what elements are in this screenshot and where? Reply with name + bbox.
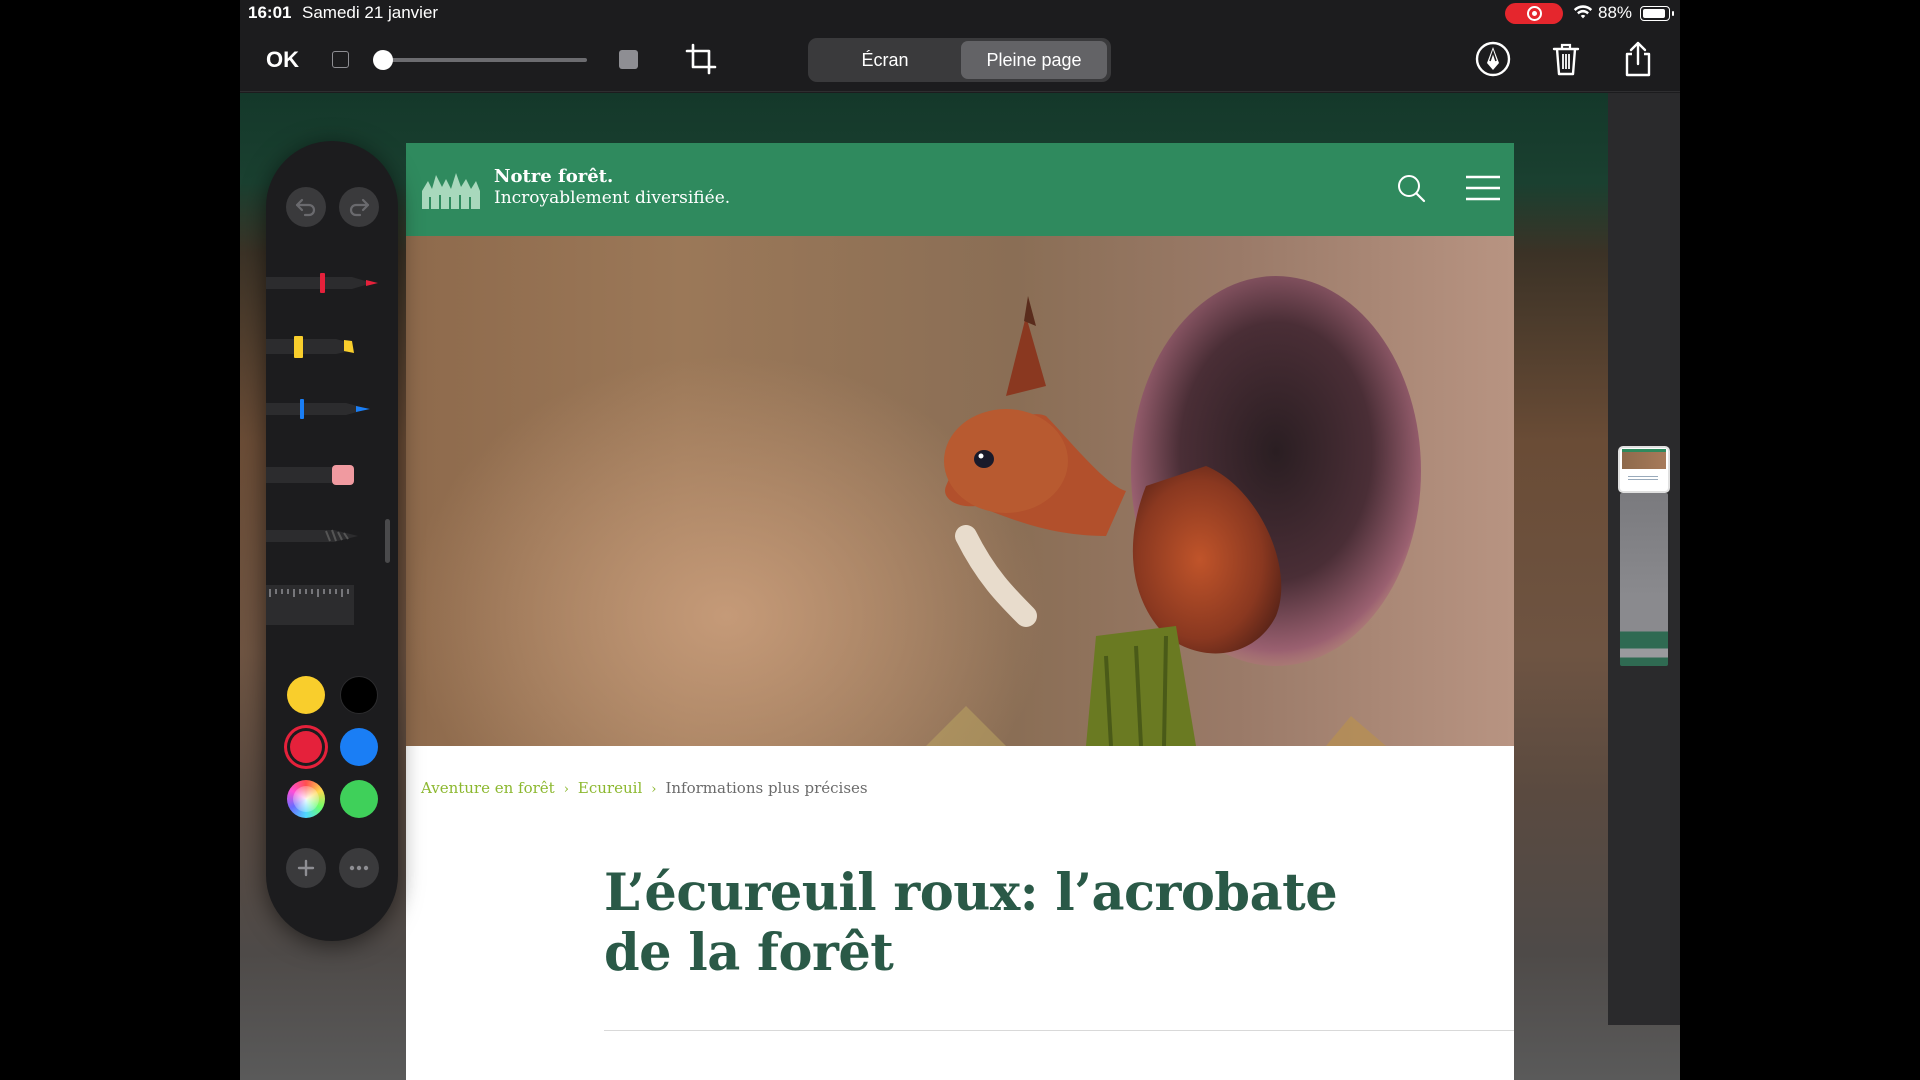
breadcrumb: Aventure en forêt › Ecureuil › Informations … — [421, 779, 868, 797]
record-icon — [1527, 6, 1542, 21]
add-button[interactable] — [286, 848, 326, 888]
pencil-tool[interactable] — [266, 394, 382, 424]
color-picker-wheel[interactable] — [287, 780, 325, 818]
opacity-slider[interactable] — [373, 41, 591, 79]
ellipsis-icon — [349, 865, 369, 871]
segment-full-page[interactable]: Pleine page — [961, 41, 1107, 79]
color-swatch-blue[interactable] — [340, 728, 378, 766]
article-title: L’écureuil roux: l’acrobate de la forêt — [604, 863, 1424, 983]
color-swatch-black[interactable] — [340, 676, 378, 714]
markup-tool-palette — [266, 141, 398, 941]
palette-scroll-handle[interactable] — [385, 519, 390, 563]
markup-icon[interactable] — [1474, 40, 1512, 78]
status-bar: 16:01 Samedi 21 janvier 88% — [240, 0, 1680, 26]
article-title-line-1: L’écureuil roux: l’acrobate — [604, 863, 1338, 923]
status-date: Samedi 21 janvier — [302, 3, 439, 22]
slider-thumb[interactable] — [373, 50, 393, 70]
wifi-icon — [1573, 5, 1593, 19]
thumbnail-visible-region[interactable] — [1620, 448, 1668, 491]
screen-recording-indicator[interactable] — [1505, 3, 1563, 24]
breadcrumb-current: Informations plus précises — [665, 779, 868, 797]
site-title: Notre forêt. — [494, 166, 614, 187]
plus-icon — [297, 859, 315, 877]
share-icon[interactable] — [1619, 40, 1657, 78]
battery-percent: 88% — [1598, 3, 1633, 22]
opacity-max-icon — [619, 50, 638, 69]
redo-button[interactable] — [339, 187, 379, 227]
crop-icon[interactable] — [684, 42, 718, 76]
breadcrumb-separator: › — [651, 782, 657, 797]
ruler-tool[interactable] — [266, 585, 354, 625]
eraser-tool[interactable] — [266, 459, 382, 489]
color-swatch-green[interactable] — [340, 780, 378, 818]
status-time: 16:01 — [248, 3, 292, 22]
color-swatch-yellow[interactable] — [287, 676, 325, 714]
ok-button[interactable]: OK — [266, 47, 299, 73]
ipad-screen: 16:01 Samedi 21 janvier 88% OK Écran Ple… — [240, 0, 1680, 1080]
pen-tool[interactable] — [266, 268, 382, 298]
squirrel-image — [926, 276, 1421, 746]
captured-webpage: Notre forêt. Incroyablement diversifiée. — [406, 143, 1514, 1080]
redo-icon — [349, 198, 370, 217]
screenshot-canvas: Notre forêt. Incroyablement diversifiée. — [240, 93, 1680, 1080]
breadcrumb-link-aventure[interactable]: Aventure en forêt — [421, 779, 555, 797]
forest-logo-icon — [422, 173, 480, 209]
battery-icon — [1640, 6, 1674, 21]
hero-image — [406, 236, 1514, 746]
highlighter-tool[interactable] — [266, 331, 382, 361]
thumbnail-header — [1622, 449, 1666, 452]
search-icon[interactable] — [1396, 173, 1426, 203]
lasso-tool[interactable] — [266, 521, 382, 551]
opacity-min-icon — [332, 51, 349, 68]
capture-mode-segmented-control: Écran Pleine page — [808, 38, 1111, 82]
undo-icon — [295, 198, 316, 217]
full-page-thumbnail[interactable] — [1618, 448, 1670, 666]
article-title-line-2: de la forêt — [604, 923, 894, 983]
undo-button[interactable] — [286, 187, 326, 227]
thumbnail-rest-of-page — [1620, 493, 1668, 666]
screenshot-editor-toolbar: OK Écran Pleine page — [240, 26, 1680, 92]
trash-icon[interactable] — [1547, 40, 1585, 78]
thumbnail-hero — [1622, 451, 1666, 469]
breadcrumb-link-ecureuil[interactable]: Ecureuil — [578, 779, 642, 797]
segment-screen[interactable]: Écran — [812, 41, 958, 79]
color-swatch-red-selected[interactable] — [290, 731, 322, 763]
site-header: Notre forêt. Incroyablement diversifiée. — [406, 143, 1514, 236]
more-button[interactable] — [339, 848, 379, 888]
hamburger-menu-icon[interactable] — [1466, 174, 1500, 202]
divider — [604, 1030, 1514, 1031]
slider-track — [379, 58, 587, 62]
site-subtitle: Incroyablement diversifiée. — [494, 188, 731, 208]
thumbnail-text — [1628, 476, 1658, 482]
breadcrumb-separator: › — [563, 782, 569, 797]
